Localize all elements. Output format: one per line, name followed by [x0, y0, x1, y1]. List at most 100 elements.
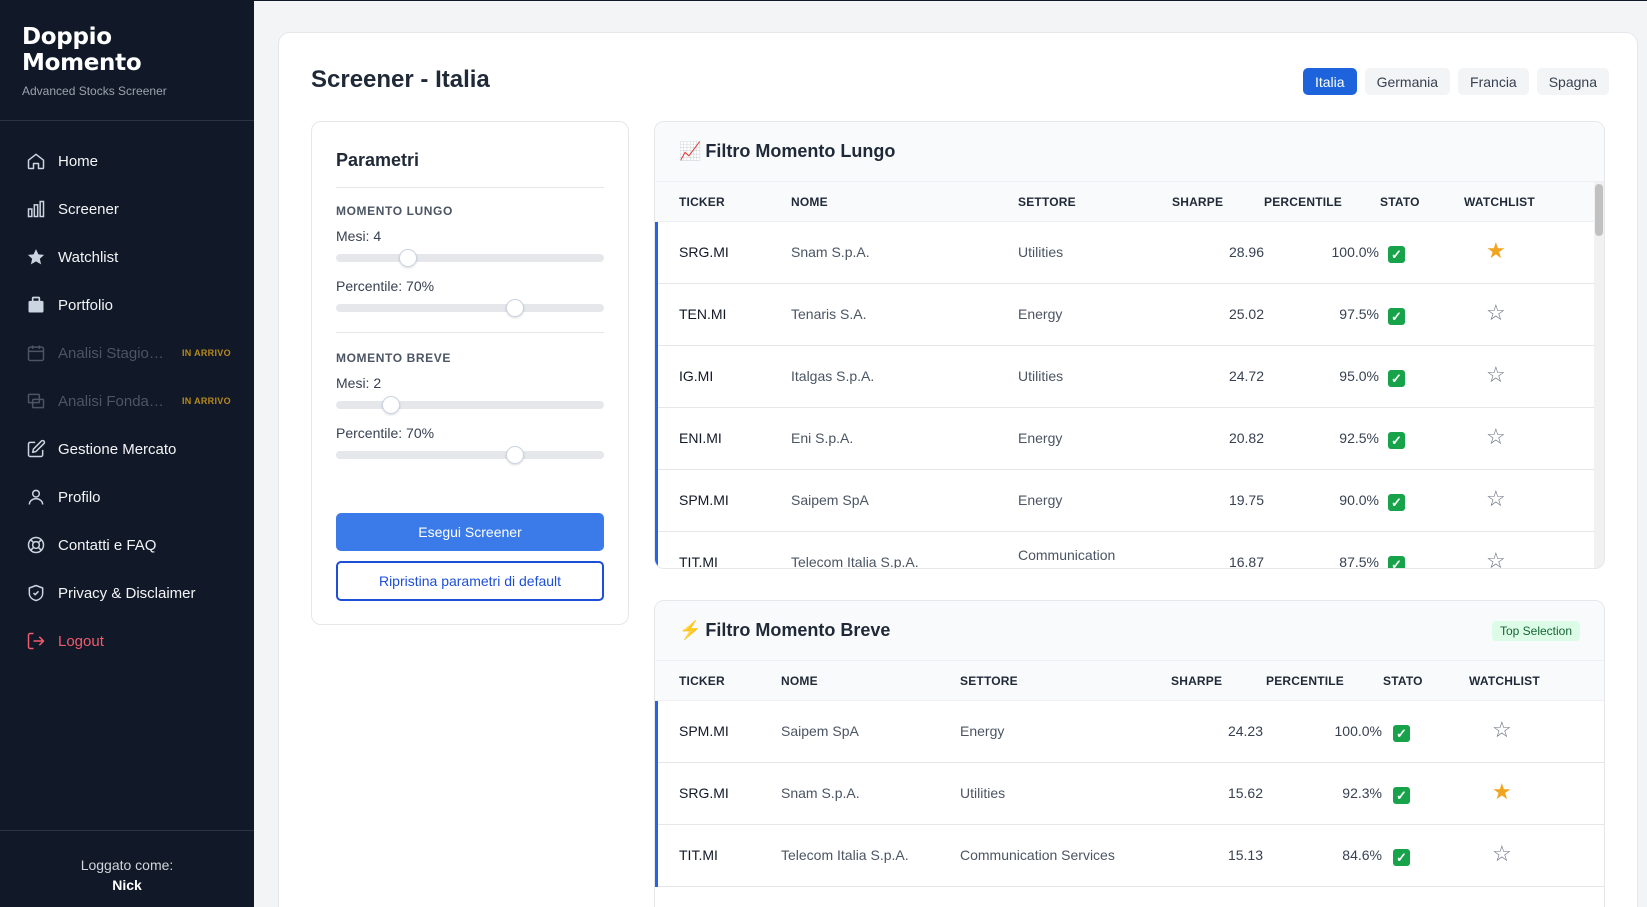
nav-item-label: Analisi Stagionalità [58, 344, 170, 362]
slider-knob[interactable] [382, 396, 400, 414]
col-status[interactable]: STATO [1380, 195, 1420, 209]
long-months-slider[interactable] [336, 249, 604, 267]
col-sector[interactable]: SETTORE [1018, 195, 1076, 209]
tab-germania[interactable]: Germania [1364, 68, 1451, 95]
table-header-bar: ⚡ Filtro Momento Breve Top Selection [655, 601, 1604, 661]
run-screener-button[interactable]: Esegui Screener [336, 513, 604, 551]
nav-item-logout[interactable]: Logout [0, 617, 254, 665]
nav-item-screener[interactable]: Screener [0, 185, 254, 233]
table-row[interactable]: TEN.MI Tenaris S.A. Energy 25.02 97.5% ✓ ☆ [658, 284, 1604, 346]
slider-knob[interactable] [506, 299, 524, 317]
col-percentile[interactable]: PERCENTILE [1266, 674, 1344, 688]
short-months-slider[interactable] [336, 396, 604, 414]
col-ticker[interactable]: TICKER [679, 195, 725, 209]
star-outline-icon[interactable]: ☆ [1486, 364, 1506, 386]
nav-item-privacy[interactable]: Privacy & Disclaimer [0, 569, 254, 617]
slider-knob[interactable] [399, 249, 417, 267]
params-panel: Parametri MOMENTO LUNGO Mesi: 4 Percenti… [311, 121, 629, 625]
name-cell: Saipem SpA [791, 492, 869, 508]
col-sharpe[interactable]: SHARPE [1172, 195, 1223, 209]
nav-item-market-management[interactable]: Gestione Mercato [0, 425, 254, 473]
table-row[interactable]: IG.MI Italgas S.p.A. Utilities 24.72 95.0% ✓ ☆ [658, 346, 1604, 408]
sector-cell: Energy [960, 723, 1005, 739]
col-ticker[interactable]: TICKER [679, 674, 725, 688]
calendar-icon [26, 343, 46, 363]
long-momentum-label: MOMENTO LUNGO [336, 204, 453, 218]
nav-item-profile[interactable]: Profilo [0, 473, 254, 521]
sharpe-cell: 28.96 [1228, 244, 1264, 260]
star-outline-icon[interactable]: ☆ [1492, 719, 1512, 741]
nav-item-portfolio[interactable]: Portfolio [0, 281, 254, 329]
slider-knob[interactable] [506, 446, 524, 464]
percentile-cell: 100.0% [1331, 244, 1379, 260]
scrollbar-thumb[interactable] [1595, 184, 1603, 236]
short-table-title-text: Filtro Momento Breve [705, 620, 891, 640]
sharpe-cell: 19.75 [1228, 492, 1264, 508]
star-icon [26, 247, 46, 267]
short-months-label: Mesi: 2 [336, 375, 382, 391]
tab-francia[interactable]: Francia [1458, 68, 1529, 95]
percentile-cell: 100.0% [1334, 723, 1382, 739]
table-row[interactable]: TIT.MI Telecom Italia S.p.A. Communication… [658, 825, 1604, 887]
check-icon: ✓ [1388, 494, 1405, 511]
star-outline-icon[interactable]: ☆ [1486, 488, 1506, 510]
sidebar-nav: Home Screener Watchlist Portfolio Analis… [0, 121, 254, 665]
percentile-cell: 97.5% [1339, 306, 1379, 322]
table-header-bar: 📈 Filtro Momento Lungo [655, 122, 1604, 182]
star-outline-icon[interactable]: ☆ [1486, 426, 1506, 448]
col-name[interactable]: NOME [781, 674, 818, 688]
table-row[interactable]: ENI.MI Eni S.p.A. Energy 20.82 92.5% ✓ ☆ [658, 408, 1604, 470]
col-status[interactable]: STATO [1383, 674, 1423, 688]
column-headers: TICKER NOME SETTORE SHARPE PERCENTILE ST… [655, 182, 1604, 222]
star-outline-icon[interactable]: ☆ [1486, 302, 1506, 324]
ticker-cell: SPM.MI [679, 723, 729, 739]
nav-item-label: Watchlist [58, 248, 119, 266]
ticker-cell: SRG.MI [679, 785, 729, 801]
col-percentile[interactable]: PERCENTILE [1264, 195, 1342, 209]
brand: Doppio Momento Advanced Stocks Screener [0, 0, 254, 121]
tab-spagna[interactable]: Spagna [1536, 68, 1609, 95]
sharpe-cell: 15.13 [1227, 847, 1263, 863]
nav-item-label: Contatti e FAQ [58, 536, 157, 554]
nav-item-contacts-faq[interactable]: Contatti e FAQ [0, 521, 254, 569]
sharpe-cell: 20.82 [1228, 430, 1264, 446]
divider [336, 187, 604, 188]
short-percentile-slider[interactable] [336, 446, 604, 464]
star-filled-icon[interactable]: ★ [1492, 781, 1512, 803]
nav-item-label: Portfolio [58, 296, 114, 314]
edit-icon [26, 439, 46, 459]
short-table-title: ⚡ Filtro Momento Breve [679, 620, 890, 641]
table-row[interactable]: TIT.MI Telecom Italia S.p.A. Communication… [658, 532, 1604, 569]
nav-item-label: Screener [58, 200, 119, 218]
table-row[interactable]: SRG.MI Snam S.p.A. Utilities 28.96 100.0% ✓ ★ [658, 222, 1604, 284]
sector-cell: Communication Services [960, 847, 1115, 863]
reset-defaults-button[interactable]: Ripristina parametri di default [336, 561, 604, 601]
short-momentum-table: ⚡ Filtro Momento Breve Top Selection TIC… [654, 600, 1605, 907]
table-row[interactable]: SRG.MI Snam S.p.A. Utilities 15.62 92.3% ✓ ★ [658, 763, 1604, 825]
star-outline-icon[interactable]: ☆ [1492, 843, 1512, 865]
username: Nick [112, 877, 142, 893]
col-sharpe[interactable]: SHARPE [1171, 674, 1222, 688]
nav-item-home[interactable]: Home [0, 137, 254, 185]
page-title: Screener - Italia [311, 66, 490, 93]
col-watchlist[interactable]: WATCHLIST [1464, 195, 1535, 209]
tab-italia[interactable]: Italia [1302, 68, 1357, 95]
table-row[interactable]: SPM.MI Saipem SpA Energy 24.23 100.0% ✓ ☆ [658, 701, 1604, 763]
star-filled-icon[interactable]: ★ [1486, 240, 1506, 262]
user-icon [26, 487, 46, 507]
sharpe-cell: 24.23 [1227, 723, 1263, 739]
percentile-cell: 84.6% [1342, 847, 1382, 863]
long-percentile-slider[interactable] [336, 299, 604, 317]
col-watchlist[interactable]: WATCHLIST [1469, 674, 1540, 688]
col-name[interactable]: NOME [791, 195, 828, 209]
nav-item-label: Privacy & Disclaimer [58, 584, 196, 602]
nav-item-label: Profilo [58, 488, 101, 506]
star-outline-icon[interactable]: ☆ [1486, 550, 1506, 569]
nav-item-watchlist[interactable]: Watchlist [0, 233, 254, 281]
name-cell: Telecom Italia S.p.A. [781, 847, 909, 863]
col-sector[interactable]: SETTORE [960, 674, 1018, 688]
table-scrollbar[interactable] [1594, 182, 1604, 568]
check-icon: ✓ [1393, 849, 1410, 866]
divider [336, 332, 604, 333]
table-row[interactable]: SPM.MI Saipem SpA Energy 19.75 90.0% ✓ ☆ [658, 470, 1604, 532]
